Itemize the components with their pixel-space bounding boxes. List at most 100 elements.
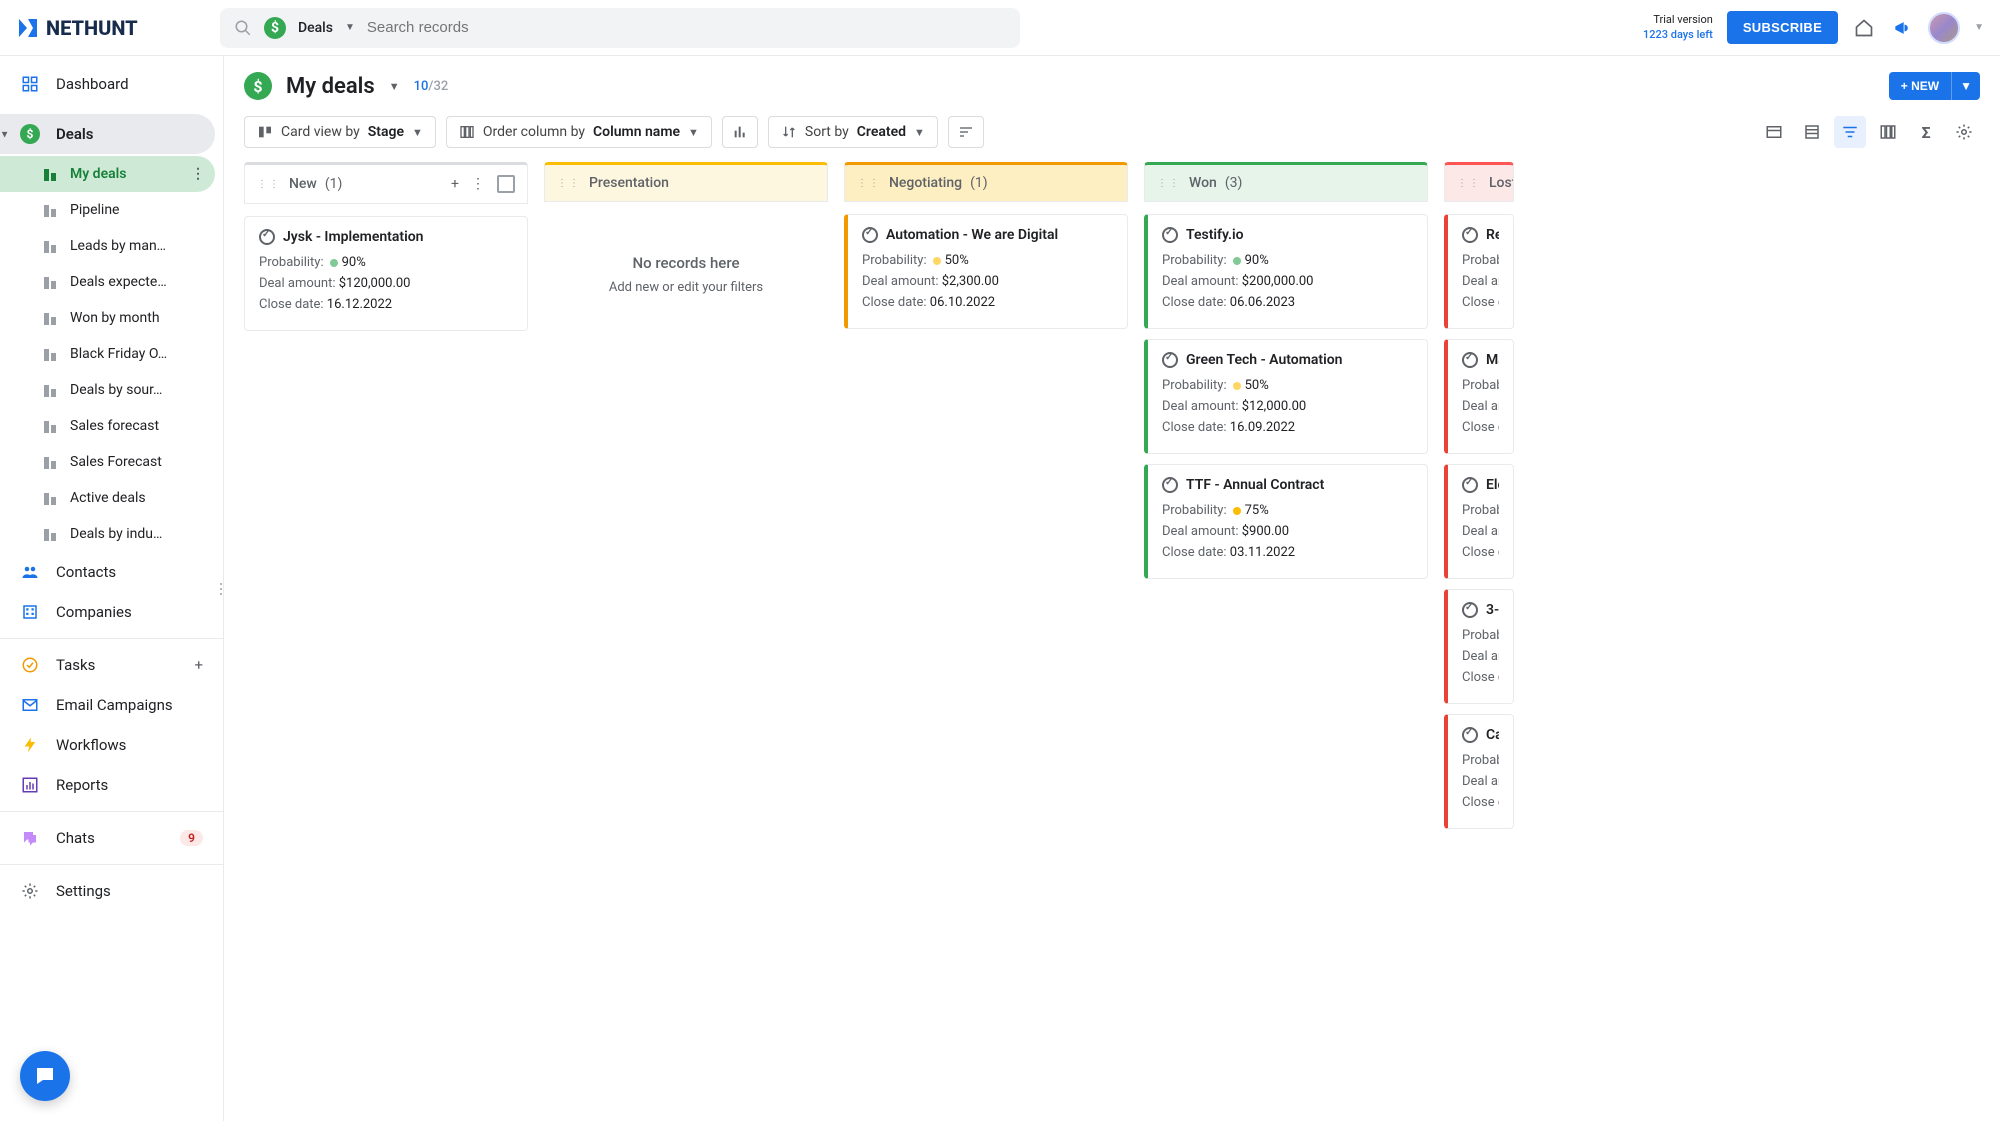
column-header[interactable]: ⋮⋮ Lost ( [1444,162,1514,202]
column-header[interactable]: ⋮⋮ Won (3) [1144,162,1428,202]
board-icon [44,311,58,325]
deal-card[interactable]: Reve Probabil Deal am Close da [1444,214,1514,329]
brand-text: NETHUNT [46,16,138,40]
sidebar-sub-blackfriday[interactable]: Black Friday O… [0,336,223,372]
more-icon[interactable]: ⋮ [471,176,485,192]
deal-card[interactable]: 3-ye Probabil Deal am Close da [1444,589,1514,704]
filter-icon[interactable] [1834,116,1866,148]
deal-card[interactable]: Call Probabil Deal am Close da [1444,714,1514,829]
column-header[interactable]: ⋮⋮ Presentation [544,162,828,202]
sidebar-sub-wonmonth[interactable]: Won by month [0,300,223,336]
sigma-icon[interactable]: Σ [1910,116,1942,148]
grip-icon[interactable]: ⋮⋮ [1157,178,1181,189]
sidebar-reports[interactable]: Reports [0,765,223,805]
sort-icon [781,124,797,140]
kanban-icon [257,124,273,140]
checkbox-icon[interactable] [497,175,515,193]
topbar: NETHUNT $ Deals ▼ Trial version 1223 day… [0,0,2000,56]
sidebar-companies[interactable]: Companies [0,592,223,632]
grip-icon[interactable]: ⋮⋮ [257,179,281,190]
deal-card[interactable]: Elem Probabil Deal am Close da [1444,464,1514,579]
sidebar: Dashboard $ Deals My deals⋮ Pipeline Lea… [0,56,224,1121]
dashboard-icon [20,74,40,94]
sidebar-contacts[interactable]: Contacts [0,552,223,592]
search-scope[interactable]: Deals [298,20,333,36]
column-negotiating: ⋮⋮ Negotiating (1) Automation - We are D… [844,162,1128,1101]
avatar[interactable] [1928,12,1960,44]
page-header: $ My deals ▼ 10/32 + NEW ▼ [224,56,2000,110]
trial-info: Trial version 1223 days left [1643,13,1713,42]
home-icon[interactable] [1852,16,1876,40]
sidebar-email[interactable]: Email Campaigns [0,685,223,725]
columns-icon [459,124,475,140]
sidebar-sub-mydeals[interactable]: My deals⋮ [0,156,215,192]
status-dot [1233,507,1241,515]
sidebar-sub-forecast2[interactable]: Sales Forecast [0,444,223,480]
columns-config-icon[interactable] [1872,116,1904,148]
sidebar-sub-source[interactable]: Deals by sour… [0,372,223,408]
column-header[interactable]: ⋮⋮ New (1) + ⋮ [244,162,528,204]
sortlines-icon [958,124,974,140]
sort-selector[interactable]: Sort by Created ▼ [768,116,938,148]
grip-icon[interactable]: ⋮⋮ [557,178,581,189]
sidebar-deals[interactable]: $ Deals [0,114,215,154]
dollar-icon: $ [264,17,286,39]
status-dot [1233,257,1241,265]
deal-card[interactable]: Jysk - Implementation Probability:90% De… [244,216,528,331]
sidebar-resize-handle[interactable] [218,569,224,609]
brand-logo[interactable]: NETHUNT [16,16,196,40]
chart-toggle[interactable] [722,116,758,148]
searchbar[interactable]: $ Deals ▼ [220,8,1020,48]
settings-icon[interactable] [1948,116,1980,148]
sidebar-sub-leads[interactable]: Leads by man… [0,228,223,264]
deal-card[interactable]: Man Probabil Deal am Close da [1444,339,1514,454]
people-icon [20,562,40,582]
chevron-down-icon[interactable]: ▼ [345,22,355,33]
sidebar-tasks[interactable]: Tasks + [0,645,223,685]
checkcircle-icon [1462,227,1478,243]
sidebar-workflows[interactable]: Workflows [0,725,223,765]
plus-icon[interactable]: + [194,656,203,674]
checkcircle-icon [259,229,275,245]
grip-icon[interactable]: ⋮⋮ [857,178,881,189]
column-header[interactable]: ⋮⋮ Negotiating (1) [844,162,1128,202]
bolt-icon [20,735,40,755]
sidebar-sub-pipeline[interactable]: Pipeline [0,192,223,228]
deal-card[interactable]: Testify.io Probability:90% Deal amount: … [1144,214,1428,329]
sort-direction[interactable] [948,116,984,148]
megaphone-icon[interactable] [1890,16,1914,40]
sidebar-dashboard-label: Dashboard [56,75,129,93]
sidebar-dashboard[interactable]: Dashboard [0,56,223,112]
list-view-icon[interactable] [1796,116,1828,148]
cardview-selector[interactable]: Card view by Stage ▼ [244,116,436,148]
title-dropdown-icon[interactable]: ▼ [389,80,400,93]
page-title: My deals [286,74,375,99]
search-input[interactable] [367,19,1006,36]
more-icon[interactable]: ⋮ [191,166,205,182]
deal-card[interactable]: Green Tech - Automation Probability:50% … [1144,339,1428,454]
new-button[interactable]: + NEW [1889,72,1951,100]
deal-card[interactable]: Automation - We are Digital Probability:… [844,214,1128,329]
sidebar-deals-label: Deals [56,125,94,143]
empty-state: No records here Add new or edit your fil… [544,214,828,335]
checkcircle-icon [1462,352,1478,368]
kanban-board[interactable]: ⋮⋮ New (1) + ⋮ Jysk - Implementation Pro… [224,162,2000,1121]
subscribe-button[interactable]: SUBSCRIBE [1727,11,1838,44]
table-view-icon[interactable] [1758,116,1790,148]
new-button-dropdown[interactable]: ▼ [1951,72,1980,100]
sidebar-sub-industry[interactable]: Deals by indu… [0,516,223,552]
intercom-launcher[interactable] [20,1051,70,1101]
sidebar-settings[interactable]: Settings [0,871,223,911]
grip-icon[interactable]: ⋮⋮ [1457,178,1481,189]
check-circle-icon [20,655,40,675]
sidebar-sub-forecast1[interactable]: Sales forecast [0,408,223,444]
sidebar-sub-expected[interactable]: Deals expecte… [0,264,223,300]
plus-icon[interactable]: + [451,176,459,192]
user-menu-chevron[interactable]: ▼ [1974,22,1984,33]
deal-card[interactable]: TTF - Annual Contract Probability:75% De… [1144,464,1428,579]
sidebar-chats[interactable]: Chats 9 [0,818,223,858]
order-selector[interactable]: Order column by Column name ▼ [446,116,712,148]
new-button-group: + NEW ▼ [1889,72,1980,100]
checkcircle-icon [862,227,878,243]
sidebar-sub-active[interactable]: Active deals [0,480,223,516]
